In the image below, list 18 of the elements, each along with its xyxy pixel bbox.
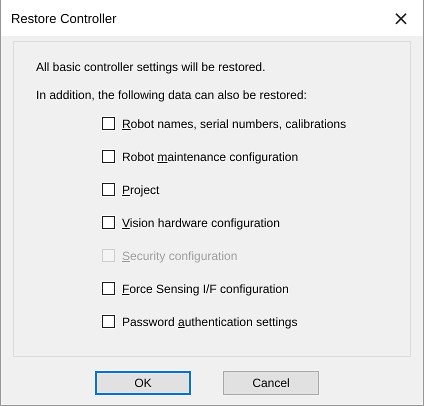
checkbox[interactable] (102, 315, 115, 328)
cancel-button[interactable]: Cancel (223, 371, 319, 395)
ok-button[interactable]: OK (95, 371, 191, 395)
close-button[interactable]: × (379, 0, 423, 36)
option-label[interactable]: Robot maintenance configuration (122, 150, 298, 164)
option-label[interactable]: Password authentication settings (122, 314, 298, 328)
window-title: Restore Controller (11, 10, 116, 26)
option-label[interactable]: Force Sensing I/F configuration (122, 282, 289, 296)
checkbox[interactable] (102, 117, 115, 130)
intro-text: All basic controller settings will be restored. (36, 60, 266, 75)
option-label[interactable]: Project (122, 182, 160, 196)
checkbox[interactable] (102, 282, 115, 295)
checkbox[interactable] (102, 150, 115, 163)
option-label[interactable]: Robot names, serial numbers, calibrations (122, 116, 346, 130)
intro-text: In addition, the following data can also be restored: (36, 88, 308, 103)
checkbox[interactable] (102, 183, 115, 196)
checkbox[interactable] (102, 216, 115, 229)
option-label[interactable]: Vision hardware configuration (122, 216, 280, 230)
